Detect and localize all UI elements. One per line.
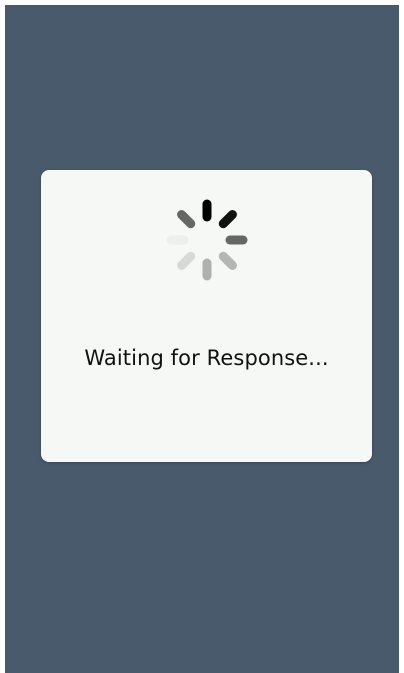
spoke-bottom-right	[218, 251, 237, 270]
screen-backdrop: Waiting for Response...	[5, 5, 399, 673]
spoke-top-left	[177, 210, 196, 229]
loading-message: Waiting for Response...	[84, 346, 329, 370]
spoke-bottom-left	[177, 251, 196, 270]
loading-dialog: Waiting for Response...	[41, 170, 372, 462]
loading-spinner-icon	[166, 199, 248, 281]
spoke-top-right	[218, 210, 237, 229]
